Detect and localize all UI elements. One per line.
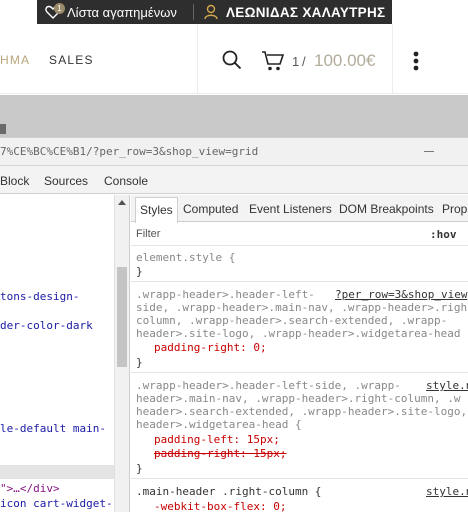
top-bar-divider: [193, 4, 194, 20]
nav-item-partial[interactable]: ΗΜΑ: [0, 53, 30, 67]
tab-sources[interactable]: Sources: [44, 174, 88, 188]
element-line[interactable]: icon cart-widget-: [0, 497, 113, 510]
rule-selector: .main-header .right-column {: [136, 485, 322, 498]
scroll-up-arrow-icon[interactable]: [118, 200, 126, 205]
element-line[interactable]: tons-design-: [0, 290, 79, 303]
rule-close: }: [136, 356, 143, 369]
element-line[interactable]: ">…</div>: [0, 482, 60, 495]
elements-pane: tons-design- der-color-dark le-default m…: [0, 195, 114, 512]
wishlist-count-badge: 1: [54, 3, 65, 14]
rule-selector: .wrapp-header>.header-left-side, .wrapp-: [136, 379, 401, 392]
element-line[interactable]: der-color-dark: [0, 319, 93, 332]
cart-total[interactable]: 100.00€: [314, 51, 375, 71]
rule-divider: [131, 478, 468, 479]
tab-dom-breakpoints[interactable]: DOM Breakpoints: [339, 202, 434, 216]
cart-separator: /: [302, 54, 306, 69]
styles-tabs: Styles Computed Event Listeners DOM Brea…: [131, 195, 468, 223]
user-icon: [204, 4, 218, 20]
search-icon[interactable]: [222, 50, 242, 70]
user-account-link[interactable]: ΛΕΩΝΙΔΑΣ ΧΑΛΑΥΤΡΗΣ: [204, 0, 385, 24]
rule-close: }: [136, 265, 143, 278]
rule-selector: column, .wrapp-header>.search-extended, …: [136, 314, 448, 327]
tab-computed[interactable]: Computed: [183, 202, 238, 216]
rule-selector: header>.main-nav, .wrapp-header>.right-c…: [136, 392, 461, 405]
rule-property[interactable]: padding-left: 15px;: [154, 433, 280, 446]
rule-source-link[interactable]: ?per_row=3&shop_view: [335, 288, 467, 301]
wishlist-label: Λίστα αγαπημένων: [67, 4, 177, 20]
rule-close: }: [136, 462, 143, 475]
rule-divider: [131, 372, 468, 373]
hov-toggle[interactable]: :hov: [430, 228, 457, 241]
page-url: 7%CE%BC%CE%B1/?per_row=3&shop_view=grid: [0, 145, 259, 158]
rule-selector: .wrapp-header>.header-left-: [136, 288, 315, 301]
cart-item-count: 1: [292, 54, 300, 69]
tab-event-listeners[interactable]: Event Listeners: [249, 202, 332, 216]
header-divider-right: [392, 24, 393, 94]
rule-selector: header>.site-logo, .wrapp-header>.widget…: [136, 327, 468, 340]
scrollbar-thumb[interactable]: [117, 267, 127, 367]
styles-filter-bar[interactable]: Filter :hov: [131, 222, 468, 246]
devtools-window: 7%CE%BC%CE%B1/?per_row=3&shop_view=grid …: [0, 137, 468, 512]
cart-icon[interactable]: [261, 50, 285, 72]
minimize-icon[interactable]: [424, 151, 434, 152]
hero-fragment: [0, 124, 6, 134]
tab-properties[interactable]: Prop: [442, 202, 467, 216]
devtools-tabs: Block Sources Console: [0, 166, 468, 194]
rule-property-overridden[interactable]: padding-right: 15px;: [154, 447, 286, 460]
user-name: ΛΕΩΝΙΔΑΣ ΧΑΛΑΥΤΡΗΣ: [226, 4, 386, 20]
tab-block[interactable]: Block: [0, 174, 29, 188]
header-divider: [197, 24, 198, 94]
devtools-url-bar: 7%CE%BC%CE%B1/?per_row=3&shop_view=grid: [0, 138, 468, 166]
rule-selector: header>.search-extended, .wrapp-header>.…: [136, 405, 468, 418]
rule-divider: [131, 281, 468, 282]
tab-console[interactable]: Console: [104, 174, 148, 188]
filter-input[interactable]: Filter: [136, 228, 160, 240]
rule-source-link[interactable]: style.n: [426, 379, 468, 392]
rule-source-link[interactable]: style.n: [426, 485, 468, 498]
wishlist-link[interactable]: 1 Λίστα αγαπημένων: [45, 0, 177, 24]
rule-property[interactable]: padding-right: 0;: [154, 341, 267, 354]
selected-element-row[interactable]: [0, 465, 114, 479]
elements-scrollbar[interactable]: [114, 195, 130, 512]
element-line[interactable]: le-default main-: [0, 422, 106, 435]
rule-selector: side, .wrapp-header>.main-nav, .wrapp-he…: [136, 301, 468, 314]
site-header: ΗΜΑ SALES 1 / 100.00€: [0, 24, 468, 94]
top-bar: 1 Λίστα αγαπημένων ΛΕΩΝΙΔΑΣ ΧΑΛΑΥΤΡΗΣ: [0, 0, 468, 24]
rule-selector: element.style {: [136, 251, 236, 264]
rule-property[interactable]: -webkit-box-flex: 0;: [154, 500, 286, 512]
rule-selector: header>.widgetarea-head {: [136, 418, 302, 431]
styles-pane: Styles Computed Event Listeners DOM Brea…: [131, 195, 468, 512]
tab-styles[interactable]: Styles: [135, 197, 178, 223]
nav-item-sales[interactable]: SALES: [49, 53, 94, 67]
page-hero-area: [0, 95, 468, 137]
more-menu-icon[interactable]: [413, 51, 419, 71]
heart-icon: 1: [45, 3, 65, 20]
